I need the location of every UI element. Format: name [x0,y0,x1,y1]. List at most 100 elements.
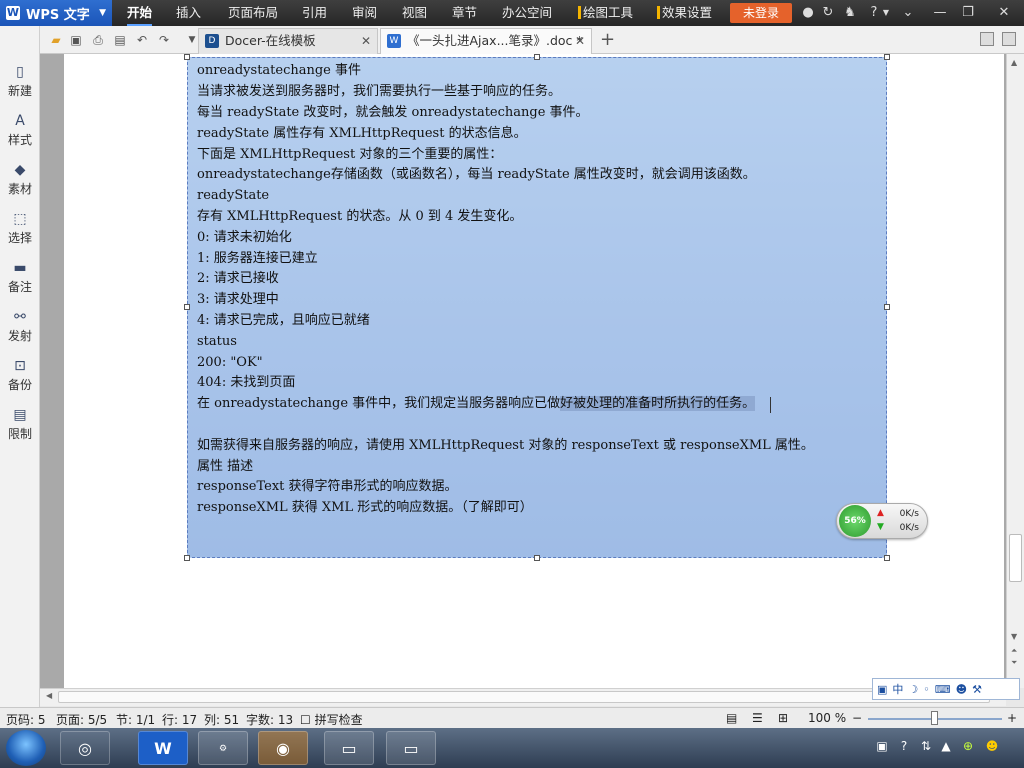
app-menu-button[interactable]: W WPS 文字 ▼ [0,0,112,26]
doc-line: onreadystatechange 事件 [197,63,362,78]
doc-line: 下面是 XMLHttpRequest 对象的三个重要的属性： [197,147,503,162]
next-page-icon[interactable]: ⏷ [1011,658,1017,668]
sidebar-item-restrict[interactable]: ▤ 限制 [0,401,40,447]
doc-line: 当请求被发送到服务器时，我们需要执行一些基于响应的任务。 [197,84,562,99]
resize-handle[interactable] [184,304,190,310]
ime-logo-icon[interactable]: ▣ [877,683,887,696]
prev-page-icon[interactable]: ⏶ [1011,646,1017,656]
resize-handle[interactable] [534,555,540,561]
resize-handle[interactable] [884,54,890,60]
scroll-up-icon[interactable]: ▲ [1011,58,1017,67]
user-icon[interactable]: ☻ [956,683,967,696]
menu-page-layout[interactable]: 页面布局 [228,0,278,26]
tab-docer[interactable]: D Docer-在线模板 ✕ [198,28,378,54]
start-button[interactable] [6,730,46,766]
vertical-scrollbar[interactable]: ▲ ▼ ⏶ ⏷ [1006,54,1024,688]
skin-icon[interactable]: ● [800,4,816,22]
save-icon[interactable]: ▣ [68,32,84,48]
status-page-number: 页码: 5 [6,713,46,727]
doc-line: 4: 请求已完成，且响应已就绪 [197,313,370,328]
ime-tray-icon[interactable]: ▣ [874,738,890,754]
os-taskbar: ◎ W ⚙ ◉ ▭ ▭ ▣ ? ⇅ ▲ ⊕ ☻ [0,728,1024,768]
sidebar-item-new[interactable]: ▯ 新建 [0,58,40,104]
redo-icon[interactable]: ↷ [156,32,172,48]
network-tray-icon[interactable]: ⇅ [918,738,934,754]
resize-handle[interactable] [184,555,190,561]
restore-icon[interactable]: ❐ [960,4,976,22]
zoom-slider-thumb[interactable] [931,711,938,725]
doc-line: 0: 请求未初始化 [197,230,292,245]
spellcheck-toggle[interactable]: ☐ 拼写检查 [300,711,363,728]
help-tray-icon[interactable]: ? [896,738,912,754]
scroll-thumb[interactable] [58,691,990,703]
tab-document[interactable]: W 《一头扎进Ajax...笔录》.doc * ✕ [380,28,592,54]
doc-line: 属性 描述 [197,459,254,474]
moon-icon[interactable]: ☽ [908,683,918,696]
open-icon[interactable]: ▰ [48,32,64,48]
zoom-level[interactable]: 100 % [808,711,846,725]
qq-tray-icon[interactable]: ☻ [984,738,1000,754]
resize-handle[interactable] [884,555,890,561]
zoom-out-icon[interactable]: − [852,711,862,725]
menu-office-space[interactable]: 办公空间 [502,0,552,26]
menu-references[interactable]: 引用 [302,0,327,26]
wps-writer-taskbar-icon[interactable]: W [138,731,188,765]
menu-drawing-tools[interactable]: 绘图工具 [578,0,633,26]
close-icon[interactable]: ✕ [996,4,1012,22]
ime-mode[interactable]: 中 [892,681,903,697]
menu-chapter[interactable]: 章节 [452,0,477,26]
shirt-icon[interactable]: ♞ [842,4,858,22]
sidebar-item-material[interactable]: ◆ 素材 [0,156,40,202]
collapse-icon[interactable]: ⌄ [900,4,916,22]
doc-line: readyState 属性存有 XMLHttpRequest 的状态信息。 [197,126,527,141]
scroll-left-icon[interactable]: ◀ [46,691,52,700]
menu-review[interactable]: 审阅 [352,0,377,26]
wrench-icon[interactable]: ⚒ [972,683,982,696]
minimize-icon[interactable]: — [932,4,948,22]
ime-toolbar[interactable]: ▣ 中 ☽ ◦ ⌨ ☻ ⚒ [872,678,1020,700]
show-hidden-icons[interactable]: ▲ [938,738,954,754]
sidebar-item-select[interactable]: ⬚ 选择 [0,205,40,251]
resize-handle[interactable] [534,54,540,60]
print-icon[interactable]: ⎙ [90,32,106,48]
undo-icon[interactable]: ↶ [134,32,150,48]
java-ee-ide-taskbar-icon[interactable]: ⚙ [198,731,248,765]
menu-effects[interactable]: 效果设置 [657,0,712,26]
refresh-icon[interactable]: ↻ [820,4,836,22]
login-button[interactable]: 未登录 [730,3,792,23]
taskbar-app-icon[interactable]: ◎ [60,731,110,765]
tile-window-icon[interactable] [1002,32,1016,46]
punctuation-icon[interactable]: ◦ [923,683,930,696]
terminal-taskbar-icon[interactable]: ▭ [324,731,374,765]
add-tray-icon[interactable]: ⊕ [960,738,976,754]
sidebar-item-backup[interactable]: ⊡ 备份 [0,352,40,398]
word-doc-icon: W [387,34,401,48]
menu-view[interactable]: 视图 [402,0,427,26]
sidebar-item-comment[interactable]: ▬ 备注 [0,254,40,300]
print-preview-icon[interactable]: ▤ [112,32,128,48]
sidebar-item-send[interactable]: ⚯ 发射 [0,303,40,349]
new-tab-button[interactable]: + [600,29,615,50]
window-mode-icon[interactable] [980,32,994,46]
scroll-down-icon[interactable]: ▼ [1011,632,1017,641]
close-icon[interactable]: ✕ [575,29,585,53]
network-speed-widget[interactable]: 56% ▲ ▼ 0K/s 0K/s [836,503,928,539]
menu-insert[interactable]: 插入 [176,0,201,26]
firefox-taskbar-icon[interactable]: ◉ [258,731,308,765]
screen-recorder-taskbar-icon[interactable]: ▭ [386,731,436,765]
resize-handle[interactable] [184,54,190,60]
resize-handle[interactable] [884,304,890,310]
close-icon[interactable]: ✕ [361,29,371,53]
doc-line: readyState [197,188,270,203]
sidebar-item-style[interactable]: A 样式 [0,107,40,153]
scroll-thumb[interactable] [1009,534,1022,582]
keyboard-icon[interactable]: ⌨ [935,683,951,696]
chevron-down-icon[interactable]: ▼ [878,4,894,22]
zoom-in-icon[interactable]: + [1007,711,1017,725]
menu-home[interactable]: 开始 [127,0,153,26]
web-view-icon[interactable]: ⊞ [778,711,788,725]
horizontal-scrollbar[interactable]: ◀ [40,688,1006,706]
page-view-icon[interactable]: ▤ [726,711,737,725]
outline-view-icon[interactable]: ☰ [752,711,763,725]
title-bar: W WPS 文字 ▼ 开始 插入 页面布局 引用 审阅 视图 章节 办公空间 绘… [0,0,1024,26]
